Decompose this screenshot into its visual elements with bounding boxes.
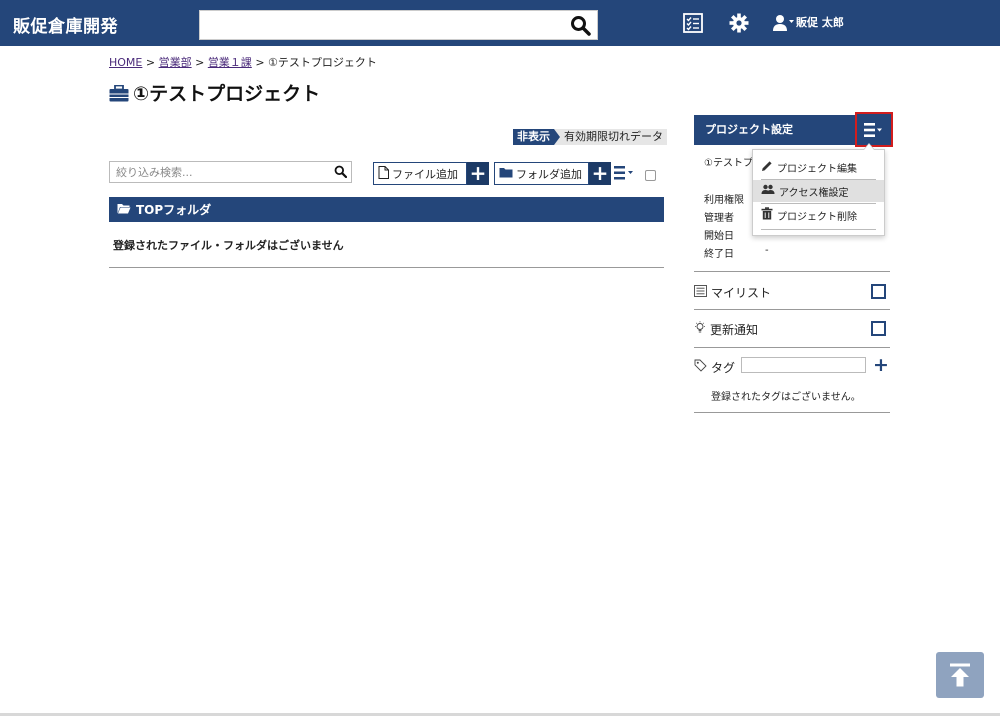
global-search-input[interactable]	[200, 11, 560, 39]
scroll-to-top-button[interactable]	[936, 652, 984, 698]
breadcrumb-sales-section[interactable]: 営業１課	[208, 56, 252, 69]
info-label-permission: 利用権限	[704, 195, 744, 206]
menu-item-access-settings[interactable]: アクセス権設定	[753, 180, 884, 202]
arrow-up-icon	[950, 663, 970, 687]
search-icon[interactable]	[570, 15, 591, 39]
update-notify-row: 更新通知	[694, 319, 890, 339]
file-icon	[378, 165, 389, 182]
tag-label: タグ	[711, 360, 736, 375]
folder-header[interactable]: TOPフォルダ	[109, 197, 664, 222]
menu-icon[interactable]	[863, 121, 885, 139]
project-settings-dropdown: プロジェクト編集 アクセス権設定 プロジェクト削除	[752, 143, 885, 236]
folder-icon	[499, 167, 513, 181]
folder-name: TOPフォルダ	[136, 203, 212, 217]
trash-icon	[761, 207, 773, 223]
menu-item-edit-project[interactable]: プロジェクト編集	[753, 156, 884, 178]
mylist-checkbox[interactable]	[871, 284, 886, 299]
visibility-label[interactable]: 非表示	[513, 129, 560, 145]
folder-open-icon	[117, 203, 131, 217]
breadcrumb-separator: >	[255, 56, 265, 69]
menu-item-label: プロジェクト編集	[777, 163, 857, 175]
search-icon[interactable]	[334, 165, 348, 181]
filter-search-input[interactable]	[110, 162, 325, 182]
add-file-plus-button[interactable]: +	[467, 162, 489, 185]
list-icon	[694, 284, 707, 300]
menu-separator	[761, 229, 876, 230]
menu-item-label: アクセス権設定	[779, 187, 849, 199]
visibility-value[interactable]: 有効期限切れデータ	[554, 129, 667, 145]
info-label-admin: 管理者	[704, 213, 734, 224]
add-file-label: ファイル追加	[392, 167, 458, 181]
expired-data-toggle[interactable]: 非表示 有効期限切れデータ	[513, 129, 667, 145]
add-folder-label: フォルダ追加	[516, 167, 582, 181]
breadcrumb-sales-dept[interactable]: 営業部	[159, 56, 192, 69]
breadcrumb-separator: >	[145, 56, 156, 69]
divider	[109, 267, 664, 268]
menu-item-delete-project[interactable]: プロジェクト削除	[753, 204, 884, 226]
checklist-icon[interactable]	[683, 13, 703, 36]
lightbulb-icon	[694, 321, 706, 337]
gear-icon[interactable]	[729, 13, 749, 36]
project-name: ①テストプ	[704, 158, 753, 169]
info-label-end-date: 終了日	[704, 249, 734, 260]
update-notify-checkbox[interactable]	[871, 321, 886, 336]
breadcrumb-current: ①テストプロジェクト	[268, 56, 377, 69]
filter-search[interactable]	[109, 161, 352, 183]
app-header: 販促倉庫開発 販促 太郎	[0, 0, 1000, 46]
user-icon[interactable]	[773, 14, 795, 35]
info-label-start-date: 開始日	[704, 231, 734, 242]
tag-icon	[694, 359, 707, 375]
select-all-checkbox[interactable]	[645, 170, 656, 181]
users-icon	[761, 184, 775, 198]
page-title: ①テストプロジェクト	[109, 79, 320, 107]
info-value-end-date: -	[765, 245, 769, 256]
tag-empty-message: 登録されたタグはございません。	[711, 392, 861, 403]
add-file-button[interactable]: ファイル追加	[373, 162, 467, 185]
brand-title[interactable]: 販促倉庫開発	[13, 12, 118, 37]
menu-item-label: プロジェクト削除	[777, 211, 857, 223]
user-name[interactable]: 販促 太郎	[796, 14, 844, 30]
mylist-row: マイリスト	[694, 282, 890, 302]
mylist-label: マイリスト	[711, 285, 772, 300]
breadcrumb-separator: >	[195, 56, 205, 69]
pencil-icon	[761, 160, 773, 175]
global-search[interactable]	[199, 10, 598, 40]
list-view-menu-icon[interactable]	[614, 165, 636, 184]
tag-input[interactable]	[741, 357, 866, 373]
briefcase-icon	[109, 84, 129, 107]
breadcrumb: HOME > 営業部 > 営業１課 > ①テストプロジェクト	[109, 54, 377, 70]
add-tag-button[interactable]: +	[873, 356, 889, 375]
divider	[694, 271, 890, 272]
divider	[694, 347, 890, 348]
add-folder-plus-button[interactable]: +	[589, 162, 611, 185]
add-folder-button[interactable]: フォルダ追加	[494, 162, 589, 185]
empty-files-message: 登録されたファイル・フォルダはございません	[113, 239, 344, 252]
project-settings-menu-button[interactable]	[855, 112, 893, 147]
divider	[694, 412, 890, 413]
divider	[694, 309, 890, 310]
breadcrumb-home[interactable]: HOME	[109, 56, 142, 69]
page-title-text: ①テストプロジェクト	[133, 83, 321, 105]
update-notify-label: 更新通知	[710, 322, 759, 337]
